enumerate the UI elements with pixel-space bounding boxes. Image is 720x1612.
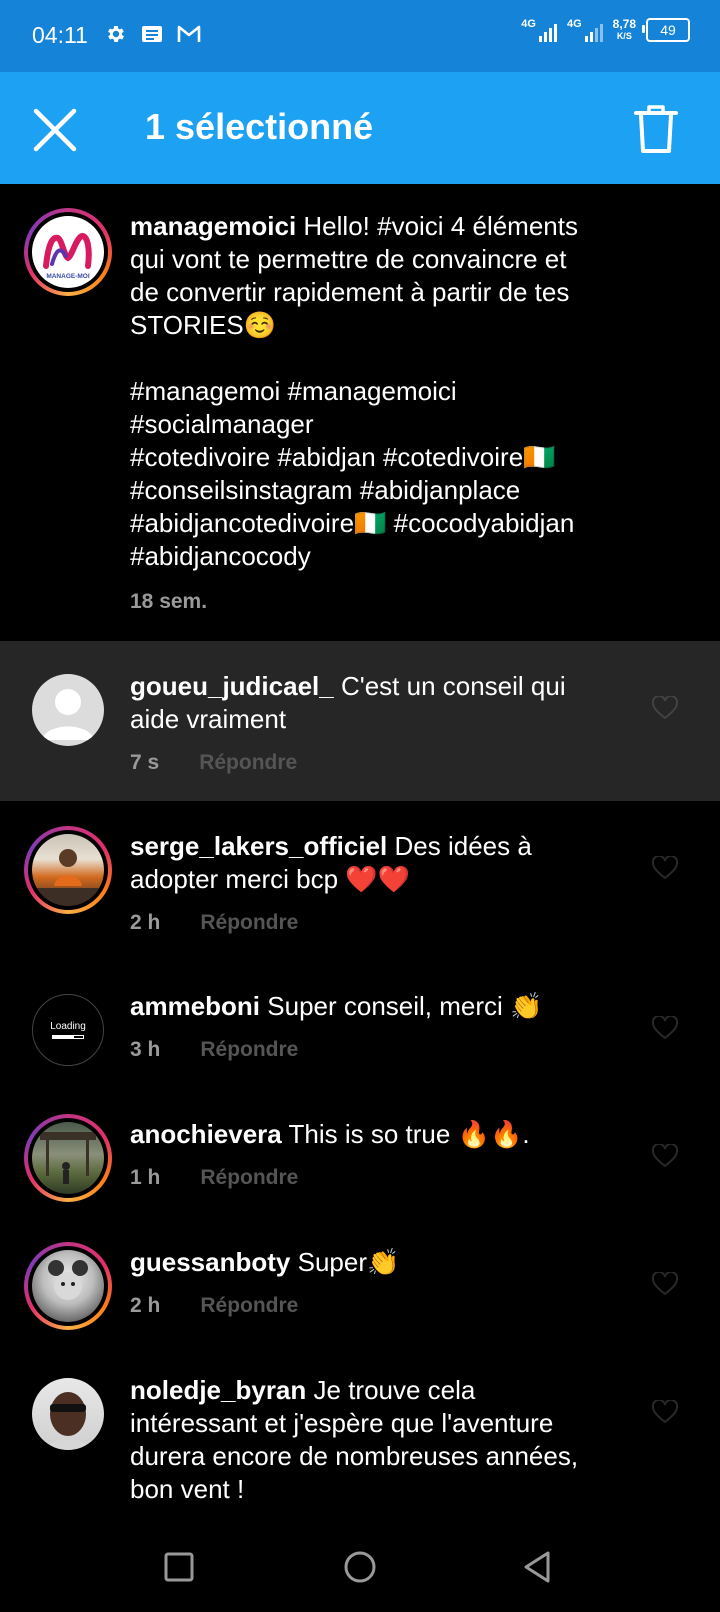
reply-button[interactable]: Répondre xyxy=(200,1294,298,1318)
svg-text:MANAGE-MOI: MANAGE-MOI xyxy=(46,273,90,280)
status-time: 04:11 xyxy=(32,22,88,48)
comment-avatar[interactable] xyxy=(24,826,112,914)
close-icon[interactable] xyxy=(30,105,80,155)
selection-title: 1 sélectionné xyxy=(145,106,374,147)
profile-photo xyxy=(48,1260,88,1300)
like-heart-icon[interactable] xyxy=(652,696,678,720)
post-author-avatar[interactable]: MANAGE-MOI xyxy=(24,208,112,296)
like-heart-icon[interactable] xyxy=(652,1272,678,1296)
post-caption: managemoici Hello! #voici 4 éléments qui… xyxy=(130,211,578,571)
status-bar: 04:11 4G 4G 8,78 K/S 49 xyxy=(0,0,720,72)
message-icon xyxy=(142,26,162,42)
gmail-icon xyxy=(177,25,201,42)
system-navigation-bar xyxy=(0,1532,720,1612)
settings-icon xyxy=(108,26,124,42)
comment-text: anochievera This is so true 🔥🔥. xyxy=(130,1119,530,1149)
signal-2: 4G xyxy=(567,18,603,42)
default-user-icon xyxy=(42,689,94,740)
comment-meta: 7 s Répondre xyxy=(130,751,298,775)
comment-avatar[interactable]: Loading xyxy=(32,994,104,1066)
reply-button[interactable]: Répondre xyxy=(200,1038,298,1062)
reply-button[interactable]: Répondre xyxy=(200,1166,298,1190)
comment-text: guessanboty Super👏 xyxy=(130,1247,400,1277)
post-username[interactable]: managemoici xyxy=(130,211,296,241)
loading-bar xyxy=(52,1035,84,1039)
network-speed: 8,78 K/S xyxy=(612,17,636,41)
comment-meta: 2 h Répondre xyxy=(130,911,299,935)
comment-text: goueu_judicael_ C'est un conseil qui aid… xyxy=(130,671,566,734)
back-button[interactable] xyxy=(522,1550,552,1584)
profile-photo xyxy=(40,1132,96,1184)
comment-text: noledje_byran Je trouve cela intéressant… xyxy=(130,1375,579,1504)
comment-text: serge_lakers_officiel Des idées à adopte… xyxy=(130,831,532,894)
battery-indicator: 49 xyxy=(642,18,690,42)
comment-avatar[interactable] xyxy=(32,674,104,746)
reply-button[interactable]: Répondre xyxy=(200,911,298,935)
trash-icon[interactable] xyxy=(632,103,680,155)
selection-toolbar: 1 sélectionné xyxy=(0,72,720,184)
like-heart-icon[interactable] xyxy=(652,1144,678,1168)
signal-1: 4G xyxy=(521,18,557,42)
home-button[interactable] xyxy=(343,1550,377,1584)
comment-meta: 3 h Répondre xyxy=(130,1038,299,1062)
profile-photo xyxy=(32,849,104,906)
post-time: 18 sem. xyxy=(130,590,208,613)
like-heart-icon[interactable] xyxy=(652,1016,678,1040)
like-heart-icon[interactable] xyxy=(652,856,678,880)
managemoi-logo: MANAGE-MOI xyxy=(43,232,92,280)
comment-meta: 1 h Répondre xyxy=(130,1166,299,1190)
comment-avatar[interactable] xyxy=(32,1378,104,1450)
like-heart-icon[interactable] xyxy=(652,1400,678,1424)
reply-button[interactable]: Répondre xyxy=(199,751,297,775)
comment-meta: 2 h Répondre xyxy=(130,1294,299,1318)
profile-photo xyxy=(46,1392,90,1450)
comment-text: ammeboni Super conseil, merci 👏 xyxy=(130,991,543,1021)
comment-avatar[interactable] xyxy=(24,1242,112,1330)
comment-avatar[interactable] xyxy=(24,1114,112,1202)
post-meta: 18 sem. xyxy=(130,590,207,614)
recents-button[interactable] xyxy=(164,1552,194,1582)
